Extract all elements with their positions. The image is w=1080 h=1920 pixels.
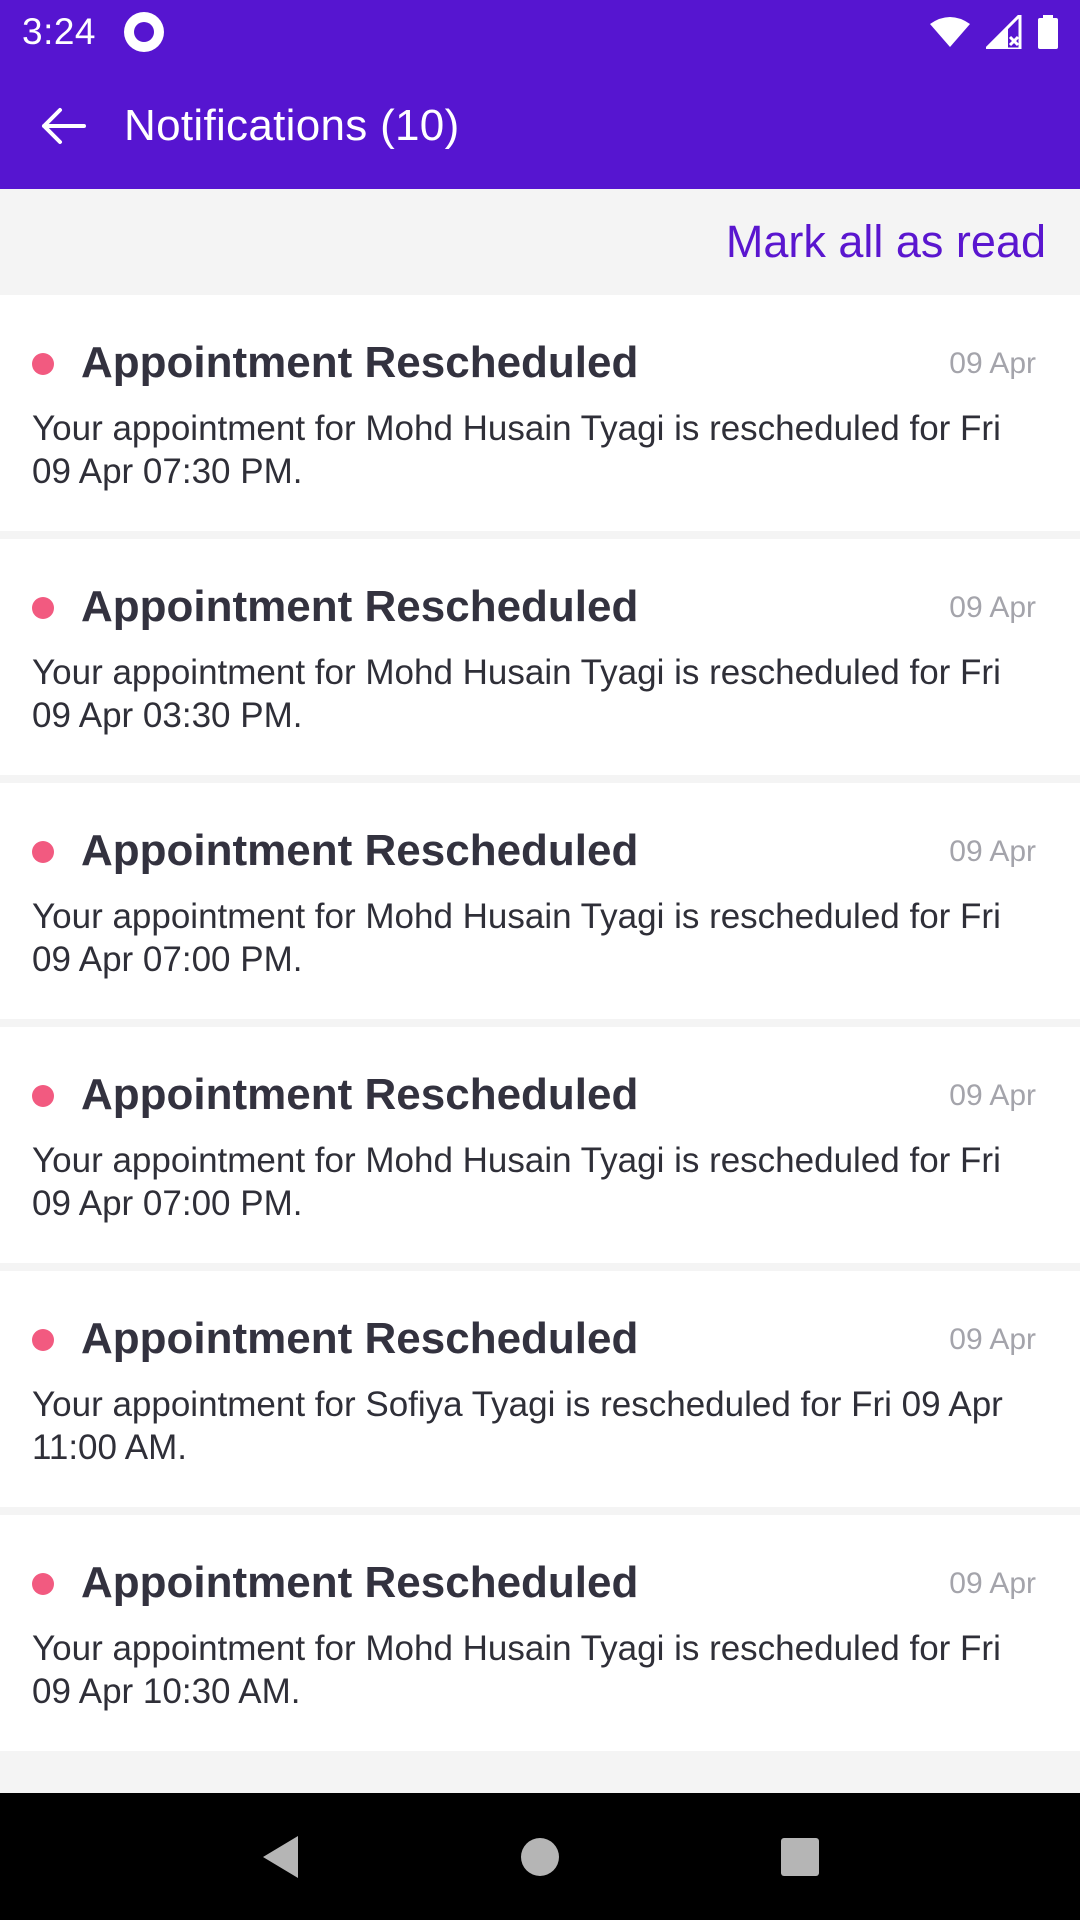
status-bar: 3:24 — [0, 0, 1080, 63]
signal-icon — [986, 14, 1022, 49]
unread-dot-icon — [32, 1329, 54, 1351]
back-button[interactable] — [0, 63, 124, 189]
notification-item[interactable]: Appointment Rescheduled 09 Apr Your appo… — [0, 783, 1080, 1019]
notification-message: Your appointment for Mohd Husain Tyagi i… — [32, 409, 1001, 491]
nav-home-icon — [521, 1837, 559, 1876]
notification-date: 09 Apr — [949, 347, 1036, 380]
mark-all-read-button[interactable]: Mark all as read — [726, 216, 1046, 268]
app-bar: Notifications (10) — [0, 63, 1080, 189]
notification-title: Appointment Rescheduled — [81, 1070, 639, 1119]
nav-back-icon — [263, 1835, 298, 1878]
notification-message: Your appointment for Sofiya Tyagi is res… — [32, 1385, 1003, 1467]
notification-date: 09 Apr — [949, 1079, 1036, 1112]
unread-dot-icon — [32, 841, 54, 863]
page-title: Notifications (10) — [124, 101, 460, 150]
notification-message: Your appointment for Mohd Husain Tyagi i… — [32, 1141, 1001, 1223]
notification-date: 09 Apr — [949, 591, 1036, 624]
nav-recents-icon — [781, 1837, 819, 1876]
notification-date: 09 Apr — [949, 835, 1036, 868]
nav-back-button[interactable] — [235, 1812, 325, 1902]
unread-dot-icon — [32, 1573, 54, 1595]
unread-dot-icon — [32, 1085, 54, 1107]
wifi-icon — [930, 16, 970, 47]
notification-item[interactable]: Appointment Rescheduled 09 Apr Your appo… — [0, 539, 1080, 775]
notification-title: Appointment Rescheduled — [81, 1314, 639, 1363]
mark-all-bar: Mark all as read — [0, 189, 1080, 295]
notification-title: Appointment Rescheduled — [81, 338, 639, 387]
notification-message: Your appointment for Mohd Husain Tyagi i… — [32, 653, 1001, 735]
system-nav-bar — [0, 1793, 1080, 1920]
app-sync-icon — [124, 11, 165, 52]
notification-title: Appointment Rescheduled — [81, 1558, 639, 1607]
notifications-screen: 3:24 Notifications (10) Mark all as read… — [0, 0, 1080, 1920]
unread-dot-icon — [32, 597, 54, 619]
nav-recents-button[interactable] — [755, 1812, 845, 1902]
notification-item[interactable]: Appointment Rescheduled 09 Apr Your appo… — [0, 295, 1080, 531]
status-time: 3:24 — [22, 10, 97, 52]
notification-message: Your appointment for Mohd Husain Tyagi i… — [32, 1629, 1001, 1711]
notification-item[interactable]: Appointment Rescheduled 09 Apr Your appo… — [0, 1027, 1080, 1263]
notification-date: 09 Apr — [949, 1567, 1036, 1600]
unread-dot-icon — [32, 353, 54, 375]
arrow-left-icon — [42, 108, 86, 144]
notification-item[interactable]: Appointment Rescheduled 09 Apr Your appo… — [0, 1515, 1080, 1751]
status-icons — [930, 14, 1058, 49]
notification-message: Your appointment for Mohd Husain Tyagi i… — [32, 897, 1001, 979]
battery-icon — [1038, 14, 1058, 49]
notification-title: Appointment Rescheduled — [81, 582, 639, 631]
notification-item[interactable]: Appointment Rescheduled 09 Apr Your appo… — [0, 1271, 1080, 1507]
notification-list: Appointment Rescheduled 09 Apr Your appo… — [0, 295, 1080, 1759]
nav-home-button[interactable] — [495, 1812, 585, 1902]
notification-title: Appointment Rescheduled — [81, 826, 639, 875]
notification-date: 09 Apr — [949, 1323, 1036, 1356]
